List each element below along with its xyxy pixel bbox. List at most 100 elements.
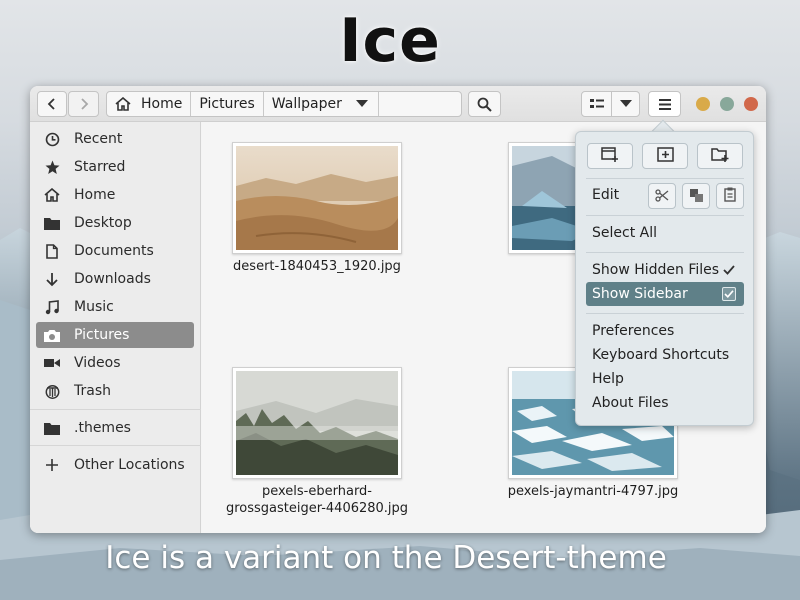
copy-button[interactable] [682,183,710,209]
new-tab-icon [656,146,674,166]
menu-separator [586,252,744,253]
menu-item-label: Help [592,371,624,387]
sidebar-item-label: .themes [74,420,131,436]
sidebar-item-label: Pictures [74,327,130,343]
menu-item-select-all[interactable]: Select All [586,221,744,245]
menu-item-preferences[interactable]: Preferences [586,319,744,343]
video-icon [42,357,62,369]
hamburger-menu-icon [658,98,671,110]
menu-item-about[interactable]: About Files [586,391,744,415]
home-icon [115,97,131,111]
copy-icon [689,187,703,206]
path-crumb-label: Home [141,96,183,112]
sidebar-item-music[interactable]: Music [36,294,194,320]
path-crumb-label: Wallpaper [271,96,342,112]
folder-icon [42,422,62,435]
folder-icon [42,217,62,230]
minimize-button[interactable] [696,97,710,111]
menu-separator [586,313,744,314]
path-bar-empty-area[interactable] [379,92,461,116]
sidebar-item-label: Other Locations [74,457,185,473]
sidebar-separator [30,445,201,446]
thumbnail-desert [232,142,402,254]
checkmark-icon [722,263,736,277]
checkbox-checked-icon [722,287,736,301]
forward-button[interactable] [68,91,99,117]
chevron-left-icon [47,97,57,111]
sidebar-item-label: Home [74,187,116,203]
search-icon [477,97,492,112]
view-options-button[interactable] [611,91,640,117]
sidebar-item-themes[interactable]: .themes [36,415,194,441]
close-button[interactable] [744,97,758,111]
new-window-button[interactable] [587,143,633,169]
sidebar-item-label: Downloads [74,271,151,287]
path-bar: Home Pictures Wallpaper [106,91,462,117]
file-name: pexels-jaymantri-4797.jpg [507,484,679,499]
sidebar-item-label: Trash [74,383,111,399]
home-icon [42,188,62,202]
paste-button[interactable] [716,183,744,209]
sidebar-item-label: Starred [74,159,126,175]
search-button[interactable] [468,91,501,117]
back-button[interactable] [37,91,67,117]
sidebar-item-recent[interactable]: Recent [36,126,194,152]
arrow-down-icon [42,272,62,287]
menu-item-label: About Files [592,395,669,411]
main-menu-popover: Edit Select All Show Hidden Files Show S… [575,131,754,426]
sidebar-item-starred[interactable]: Starred [36,154,194,180]
sidebar-item-downloads[interactable]: Downloads [36,266,194,292]
edit-label: Edit [592,187,620,203]
sidebar-item-desktop[interactable]: Desktop [36,210,194,236]
thumbnail-forest-fog [232,367,402,479]
menu-separator [586,178,744,179]
menu-item-keyboard-shortcuts[interactable]: Keyboard Shortcuts [586,343,744,367]
music-note-icon [42,299,62,315]
cut-icon [655,187,669,206]
sidebar-item-home[interactable]: Home [36,182,194,208]
sidebar-item-label: Documents [74,243,154,259]
paste-icon [724,187,736,206]
maximize-button[interactable] [720,97,734,111]
sidebar: Recent Starred Home Desktop Documents Do… [30,122,201,533]
list-view-icon [589,98,604,110]
sidebar-item-other-locations[interactable]: Other Locations [36,452,194,478]
new-window-icon [601,146,619,166]
path-crumb-pictures[interactable]: Pictures [191,92,264,116]
poster-caption: Ice is a variant on the Desert-theme [105,540,667,576]
poster-title: Ice [339,6,441,76]
view-mode-button[interactable] [581,91,612,117]
path-crumb-label: Pictures [199,96,255,112]
camera-icon [42,329,62,342]
menu-item-label: Preferences [592,323,675,339]
cut-button[interactable] [648,183,676,209]
new-tab-button[interactable] [642,143,688,169]
main-menu-button[interactable] [648,91,681,117]
chevron-right-icon [79,97,89,111]
file-item[interactable]: pexels-eberhard- grossgasteiger-4406280.… [217,367,417,517]
file-name: pexels-eberhard- grossgasteiger-4406280.… [225,484,409,516]
path-crumb-home[interactable]: Home [107,92,192,116]
clock-icon [42,132,62,147]
sidebar-item-documents[interactable]: Documents [36,238,194,264]
path-crumb-wallpaper[interactable]: Wallpaper [264,92,379,116]
menu-item-show-hidden-files[interactable]: Show Hidden Files [586,258,744,282]
new-folder-button[interactable] [697,143,743,169]
sidebar-item-label: Recent [74,131,123,147]
sidebar-separator [30,409,201,410]
file-item[interactable]: desert-1840453_1920.jpg [217,142,417,275]
menu-item-label: Show Hidden Files [592,262,720,278]
trash-icon [42,384,62,399]
triangle-down-icon [355,100,368,108]
menu-item-label: Show Sidebar [592,286,688,302]
sidebar-item-label: Desktop [74,215,132,231]
plus-icon [42,459,62,471]
header-bar: Home Pictures Wallpaper [30,86,766,122]
sidebar-item-trash[interactable]: Trash [36,378,194,404]
sidebar-item-videos[interactable]: Videos [36,350,194,376]
menu-item-show-sidebar[interactable]: Show Sidebar [586,282,744,306]
menu-item-help[interactable]: Help [586,367,744,391]
sidebar-item-label: Videos [74,355,121,371]
triangle-down-icon [619,100,632,108]
sidebar-item-pictures[interactable]: Pictures [36,322,194,348]
